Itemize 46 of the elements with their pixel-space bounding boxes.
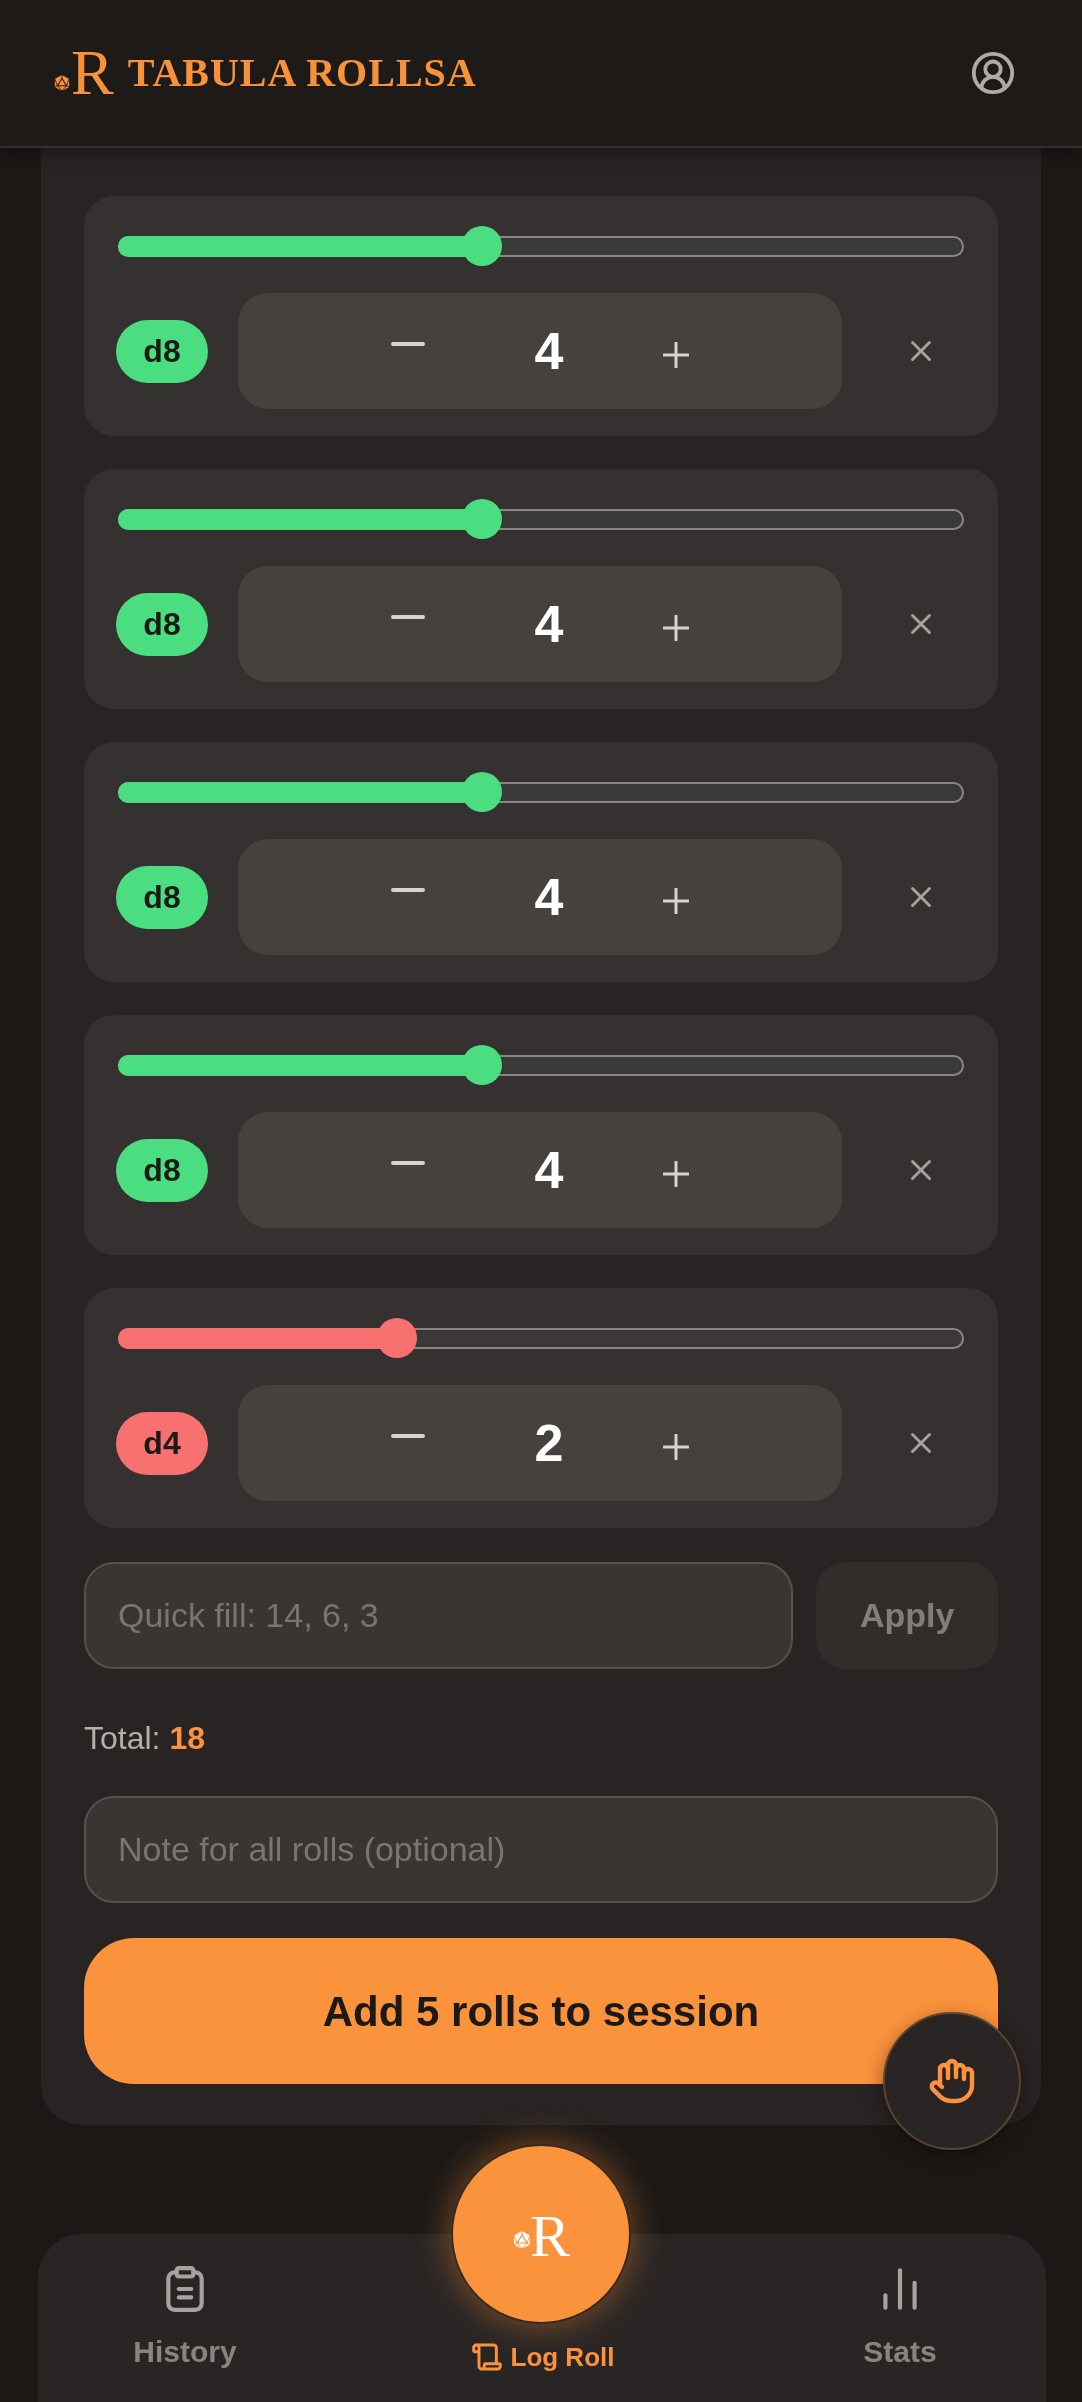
minus-icon[interactable] bbox=[391, 888, 425, 892]
total-value: 18 bbox=[169, 1719, 206, 1757]
profile-icon[interactable] bbox=[970, 50, 1016, 96]
value-slider[interactable] bbox=[118, 772, 964, 812]
hand-icon bbox=[928, 2057, 976, 2105]
note-field[interactable]: Note for all rolls (optional) bbox=[84, 1796, 998, 1903]
roll-value: 4 bbox=[533, 321, 565, 381]
plus-icon[interactable] bbox=[663, 342, 689, 368]
roll-value: 4 bbox=[533, 1140, 565, 1200]
plus-icon[interactable] bbox=[663, 1161, 689, 1187]
minus-icon[interactable] bbox=[391, 342, 425, 346]
scroll-icon bbox=[470, 2341, 503, 2373]
slider-thumb[interactable] bbox=[461, 1045, 502, 1085]
total-label: Total: bbox=[84, 1719, 161, 1757]
plus-icon[interactable] bbox=[663, 1434, 689, 1460]
roll-value: 4 bbox=[533, 867, 565, 927]
roll-value: 2 bbox=[533, 1413, 565, 1473]
logo-letter: R bbox=[71, 42, 114, 104]
log-roll-fab[interactable]: R bbox=[451, 2144, 631, 2324]
value-slider[interactable] bbox=[118, 1318, 964, 1358]
value-slider[interactable] bbox=[118, 1045, 964, 1085]
plus-icon[interactable] bbox=[663, 888, 689, 914]
die-type-badge: d8 bbox=[116, 865, 208, 929]
minus-icon[interactable] bbox=[391, 1434, 425, 1438]
slider-thumb[interactable] bbox=[461, 772, 502, 812]
slider-thumb[interactable] bbox=[461, 499, 502, 539]
slider-thumb[interactable] bbox=[461, 226, 502, 266]
app-title: TABULA ROLLSA bbox=[127, 49, 477, 97]
quick-fill-field[interactable]: Quick fill: 14, 6, 3 bbox=[84, 1562, 794, 1669]
add-rolls-button[interactable]: Add 5 rolls to session bbox=[84, 1938, 998, 2084]
die-type-badge: d8 bbox=[116, 1138, 208, 1202]
nav-tab[interactable]: Log Roll bbox=[470, 2340, 615, 2374]
d20-icon bbox=[512, 2230, 532, 2250]
plus-icon[interactable] bbox=[663, 615, 689, 641]
value-slider[interactable] bbox=[118, 226, 964, 266]
die-type-badge: d8 bbox=[116, 592, 208, 656]
value-slider[interactable] bbox=[118, 499, 964, 539]
nav-tab[interactable]: Stats bbox=[830, 2264, 970, 2370]
roll-value: 4 bbox=[533, 594, 565, 654]
die-type-badge: d8 bbox=[116, 319, 208, 383]
minus-icon[interactable] bbox=[391, 1161, 425, 1165]
slider-thumb[interactable] bbox=[377, 1318, 418, 1358]
minus-icon[interactable] bbox=[391, 615, 425, 619]
d20-icon bbox=[53, 74, 71, 92]
nav-tab[interactable]: History bbox=[115, 2264, 255, 2370]
die-type-badge: d4 bbox=[116, 1411, 208, 1475]
